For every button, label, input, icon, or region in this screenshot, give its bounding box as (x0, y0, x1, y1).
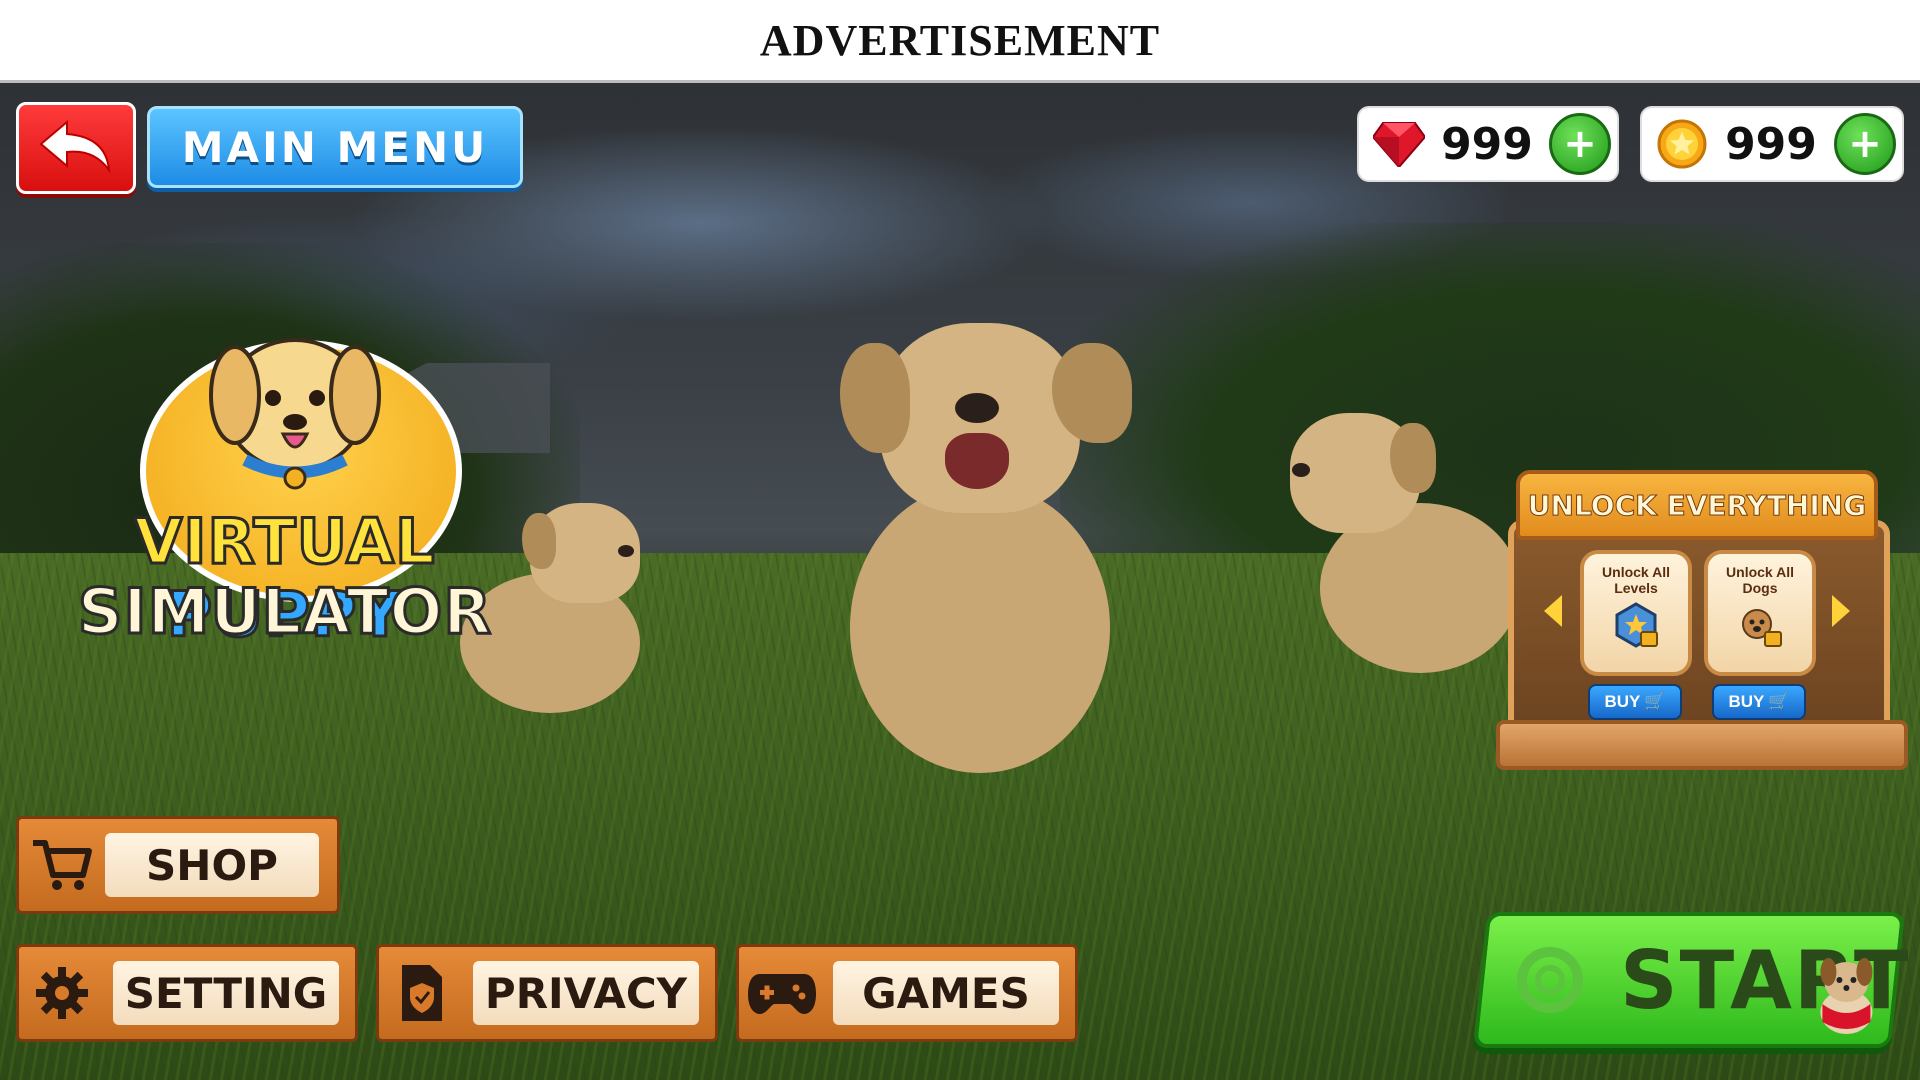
start-button[interactable]: START (1472, 912, 1910, 1048)
unlock-panel-base (1496, 720, 1908, 770)
shield-document-icon (379, 963, 465, 1023)
game-logo: VIRTUAL PUPPY SIMULATOR (30, 300, 540, 660)
coins-value: 999 (1725, 118, 1817, 170)
unlock-all-dogs-card[interactable]: Unlock All Dogs (1704, 550, 1816, 676)
gems-value: 999 (1441, 118, 1533, 170)
coin-icon (1656, 118, 1708, 170)
add-gems-button[interactable]: + (1549, 113, 1611, 175)
unlock-levels-line2: Levels (1614, 580, 1658, 596)
small-dog-icon (1806, 952, 1884, 1038)
unlock-all-levels-card[interactable]: Unlock All Levels (1580, 550, 1692, 676)
levels-lock-icon (1613, 602, 1659, 648)
unlock-levels-line1: Unlock All (1602, 564, 1670, 580)
coins-counter: 999 + (1640, 106, 1904, 182)
logo-title-line-2: SIMULATOR (76, 574, 493, 650)
shop-button[interactable]: SHOP (16, 816, 340, 914)
start-ring-icon (1514, 944, 1586, 1016)
unlock-dogs-line1: Unlock All (1726, 564, 1794, 580)
privacy-label: PRIVACY (473, 961, 699, 1025)
cart-small-icon: 🛒 (1768, 692, 1790, 711)
unlock-next-arrow-icon[interactable] (1832, 595, 1850, 627)
cart-icon (19, 837, 105, 893)
unlock-everything-panel: UNLOCK EVERYTHING Unlock All Levels BUY … (1496, 470, 1908, 770)
unlock-dogs-line2: Dogs (1742, 580, 1778, 596)
setting-label: SETTING (113, 961, 339, 1025)
advertisement-banner[interactable]: ADVERTISEMENT (0, 0, 1920, 83)
gear-icon (19, 965, 105, 1021)
buy-dogs-label: BUY (1728, 692, 1765, 711)
unlock-panel-frame (1508, 520, 1890, 752)
buy-unlock-dogs-button[interactable]: BUY 🛒 (1712, 684, 1806, 720)
back-arrow-icon (37, 118, 115, 179)
games-button[interactable]: GAMES (736, 944, 1078, 1042)
game-main-menu: ADVERTISEMENT MAIN MENU 999 + 999 + VIRT… (0, 0, 1920, 1080)
cart-small-icon: 🛒 (1644, 692, 1666, 711)
add-coins-button[interactable]: + (1834, 113, 1896, 175)
logo-word-virtual: VIRTUAL (133, 504, 436, 580)
logo-puppy-icon (195, 310, 395, 515)
puppy-center (820, 313, 1140, 793)
gem-icon (1373, 118, 1425, 170)
back-button[interactable] (16, 102, 136, 194)
setting-button[interactable]: SETTING (16, 944, 358, 1042)
buy-unlock-levels-button[interactable]: BUY 🛒 (1588, 684, 1682, 720)
advertisement-label: ADVERTISEMENT (759, 15, 1161, 65)
main-menu-button[interactable]: MAIN MENU (147, 106, 523, 188)
shop-label: SHOP (105, 833, 319, 897)
buy-levels-label: BUY (1604, 692, 1641, 711)
unlock-panel-title: UNLOCK EVERYTHING (1516, 470, 1878, 540)
gems-counter: 999 + (1357, 106, 1619, 182)
dog-lock-icon (1737, 602, 1783, 648)
unlock-prev-arrow-icon[interactable] (1544, 595, 1562, 627)
privacy-button[interactable]: PRIVACY (376, 944, 718, 1042)
gamepad-icon (739, 968, 825, 1018)
games-label: GAMES (833, 961, 1059, 1025)
main-menu-label: MAIN MENU (181, 122, 489, 172)
